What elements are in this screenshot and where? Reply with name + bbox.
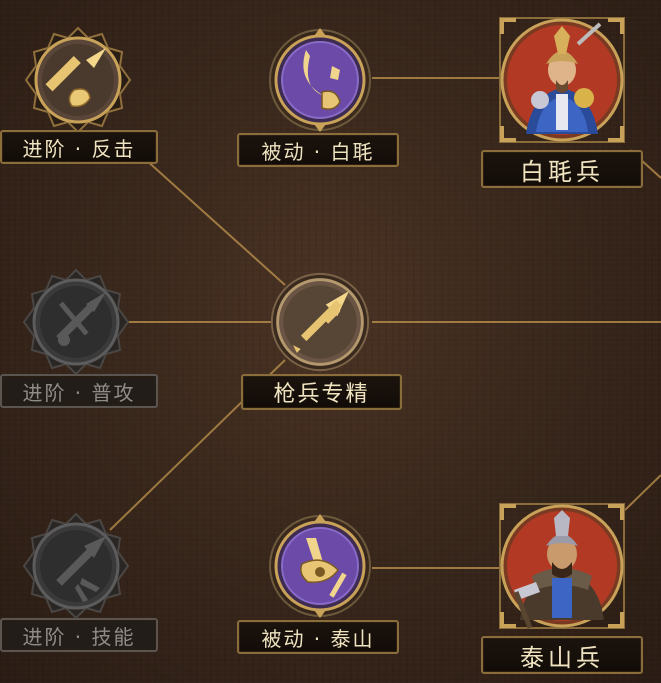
label-unit-baima: 白毦兵	[481, 150, 643, 188]
label-passive-baima: 被动 · 白毦	[237, 133, 399, 167]
unit-taishan-portrait[interactable]	[496, 500, 628, 632]
node-spear-mastery[interactable]	[268, 270, 372, 374]
label-passive-taishan: 被动 · 泰山	[237, 620, 399, 654]
connector-taishan-right	[624, 474, 661, 511]
label-advance-skill: 进阶 · 技能	[0, 618, 158, 652]
label-advance-normal: 进阶 · 普攻	[0, 374, 158, 408]
label-advance-counter: 进阶 · 反击	[0, 130, 158, 164]
label-unit-taishan: 泰山兵	[481, 636, 643, 674]
node-advance-counter[interactable]	[24, 26, 132, 134]
node-advance-skill[interactable]	[22, 512, 130, 620]
label-spear-mastery: 枪兵专精	[241, 374, 402, 410]
node-advance-normal[interactable]	[22, 268, 130, 376]
node-passive-baima[interactable]	[266, 26, 374, 134]
connector-counter-mastery	[134, 149, 286, 286]
unit-baima-portrait[interactable]	[496, 14, 628, 146]
node-passive-taishan[interactable]	[266, 512, 374, 620]
